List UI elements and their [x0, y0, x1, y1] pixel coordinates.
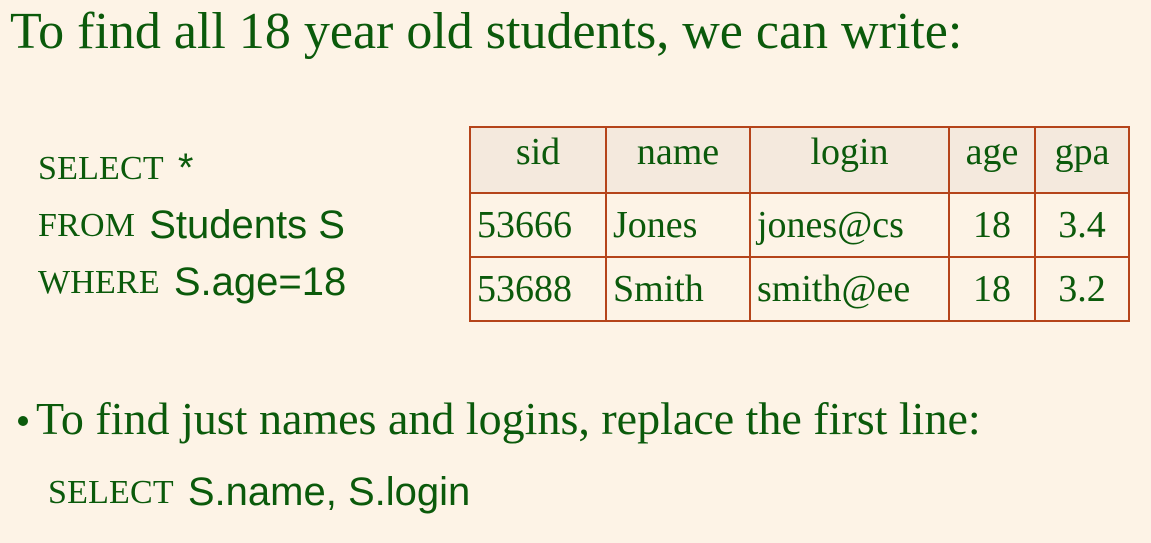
cell-gpa: 3.4 [1034, 192, 1130, 258]
header-age: age [948, 126, 1036, 194]
header-login: login [749, 126, 950, 194]
from-argument: Students S [149, 203, 345, 247]
cell-gpa: 3.2 [1034, 256, 1130, 322]
cell-login: smith@ee [749, 256, 950, 322]
cell-name: Smith [605, 256, 751, 322]
replacement-select-clause: SELECT S.name, S.login [48, 470, 470, 515]
bullet-icon [18, 415, 28, 426]
where-argument: S.age=18 [173, 260, 347, 304]
header-sid: sid [469, 126, 607, 194]
cell-age: 18 [948, 192, 1036, 258]
select-keyword: SELECT [38, 149, 164, 187]
table-header-row: sid name login age gpa [469, 126, 1130, 194]
from-clause: FROM Students S [38, 197, 346, 254]
replacement-select-argument: S.name, S.login [187, 470, 471, 514]
header-gpa: gpa [1034, 126, 1130, 194]
from-keyword: FROM [38, 206, 136, 244]
cell-sid: 53688 [469, 256, 607, 322]
table-row: 53666 Jones jones@cs 18 3.4 [469, 192, 1130, 258]
select-clause: SELECT * [38, 140, 346, 197]
slide-title: To find all 18 year old students, we can… [10, 3, 963, 60]
cell-login: jones@cs [749, 192, 950, 258]
sql-query: SELECT * FROM Students S WHERE S.age=18 [38, 140, 346, 311]
where-clause: WHERE S.age=18 [38, 254, 346, 311]
cell-name: Jones [605, 192, 751, 258]
replacement-select-keyword: SELECT [48, 473, 174, 511]
bullet-text: To find just names and logins, replace t… [36, 393, 981, 444]
select-argument: * [177, 146, 194, 190]
cell-age: 18 [948, 256, 1036, 322]
cell-sid: 53666 [469, 192, 607, 258]
table-row: 53688 Smith smith@ee 18 3.2 [469, 256, 1130, 322]
students-table: sid name login age gpa 53666 Jones jones… [469, 126, 1130, 322]
header-name: name [605, 126, 751, 194]
where-keyword: WHERE [38, 263, 160, 301]
bullet-point: To find just names and logins, replace t… [18, 392, 981, 445]
